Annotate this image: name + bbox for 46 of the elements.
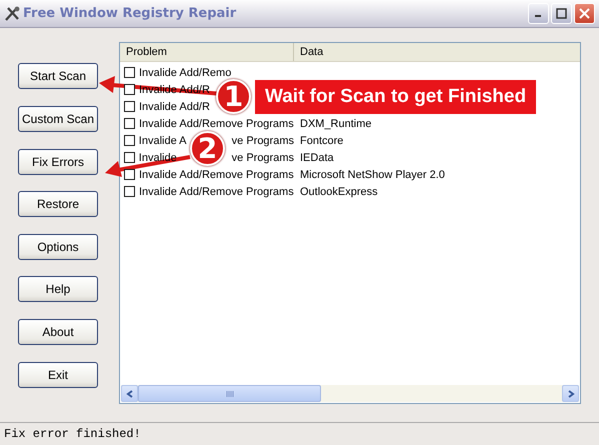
column-header[interactable]: Problem <box>120 43 294 62</box>
row-checkbox[interactable] <box>124 169 135 180</box>
table-cell: ve Programs <box>232 152 294 164</box>
row-checkbox[interactable] <box>124 101 135 112</box>
table-cell: Invalide Add/Remove Programs <box>139 168 294 181</box>
tools-icon <box>4 6 20 22</box>
side-button[interactable]: Help <box>18 276 98 302</box>
side-button[interactable]: Exit <box>18 362 98 388</box>
callout-label: Wait for Scan to get Finished <box>255 80 536 114</box>
table-cell-text: DXM_Runtime <box>299 118 372 130</box>
side-button[interactable]: Restore <box>18 191 98 218</box>
close-button[interactable] <box>574 3 595 24</box>
grip-icon <box>226 390 234 397</box>
scroll-right-button[interactable] <box>562 385 579 402</box>
table-cell-text: Fontcore <box>299 134 344 147</box>
table-cell: ve Programs <box>232 134 294 147</box>
column-header[interactable]: Data <box>294 43 580 62</box>
table-cell-text: IEData <box>299 152 334 164</box>
table-cell-text: Microsoft NetShow Player 2.0 <box>299 168 445 181</box>
table-cell: Invalide Add/Remove Programs <box>139 186 294 198</box>
minimize-button[interactable] <box>528 3 549 24</box>
table-cell-text: Invalide <box>138 152 178 164</box>
side-button[interactable]: Start Scan <box>18 63 98 90</box>
maximize-icon <box>556 8 567 20</box>
close-icon <box>579 8 590 20</box>
table-cell: Invalide Add/Remove Programs <box>139 118 294 130</box>
scroll-left-button[interactable] <box>121 385 138 402</box>
maximize-button[interactable] <box>551 3 572 24</box>
row-checkbox[interactable] <box>124 152 135 164</box>
scroll-thumb[interactable] <box>138 385 321 402</box>
row-checkbox[interactable] <box>124 118 135 130</box>
side-button[interactable]: Fix Errors <box>18 148 98 175</box>
table-cell-text: Invalide A <box>138 134 188 147</box>
window-title: Free Window Registry Repair <box>23 6 238 22</box>
table-cell-text: OutlookExpress <box>299 186 378 198</box>
row-checkbox[interactable] <box>124 84 135 96</box>
row-checkbox[interactable] <box>124 186 135 198</box>
side-button[interactable]: Custom Scan <box>18 106 98 132</box>
row-checkbox[interactable] <box>124 67 135 78</box>
table-cell: Invalide Add/Remo <box>139 66 232 79</box>
status-bar: Fix error finished! <box>0 422 599 445</box>
side-button[interactable]: About <box>18 319 98 345</box>
side-button[interactable]: Options <box>18 234 98 260</box>
horizontal-scrollbar[interactable] <box>121 385 579 402</box>
row-checkbox[interactable] <box>124 135 135 146</box>
table-cell: Invalide Add/R <box>139 100 210 113</box>
